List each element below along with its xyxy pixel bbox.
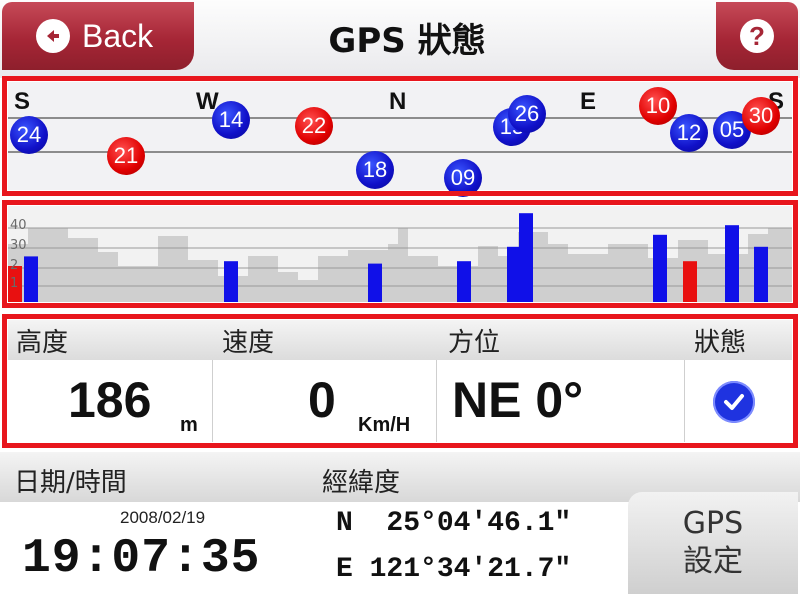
datetime-label: 日期/時間 [14, 468, 127, 498]
back-button-label: Back [82, 17, 154, 54]
gps-settings-button[interactable]: GPS 設定 [628, 492, 798, 594]
help-button[interactable]: ? [716, 2, 798, 70]
gps-settings-label-line2: 設定 [683, 544, 743, 579]
page-title: GPS 狀態 [328, 21, 486, 61]
back-button[interactable]: Back [2, 2, 194, 70]
longitude-value: E 121°34'21.7" [336, 554, 572, 585]
data-panel-frame [2, 314, 798, 448]
skyplot-frame [2, 76, 798, 196]
question-mark-icon: ? [740, 19, 774, 53]
signal-chart-frame [2, 200, 798, 308]
time-value: 19:07:35 [22, 532, 261, 586]
coordinates-label: 經緯度 [322, 468, 401, 498]
latitude-value: N 25°04'46.1" [336, 508, 572, 539]
gps-settings-label-line1: GPS [682, 506, 744, 541]
date-value: 2008/02/19 [120, 508, 206, 527]
back-arrow-icon [36, 19, 70, 53]
